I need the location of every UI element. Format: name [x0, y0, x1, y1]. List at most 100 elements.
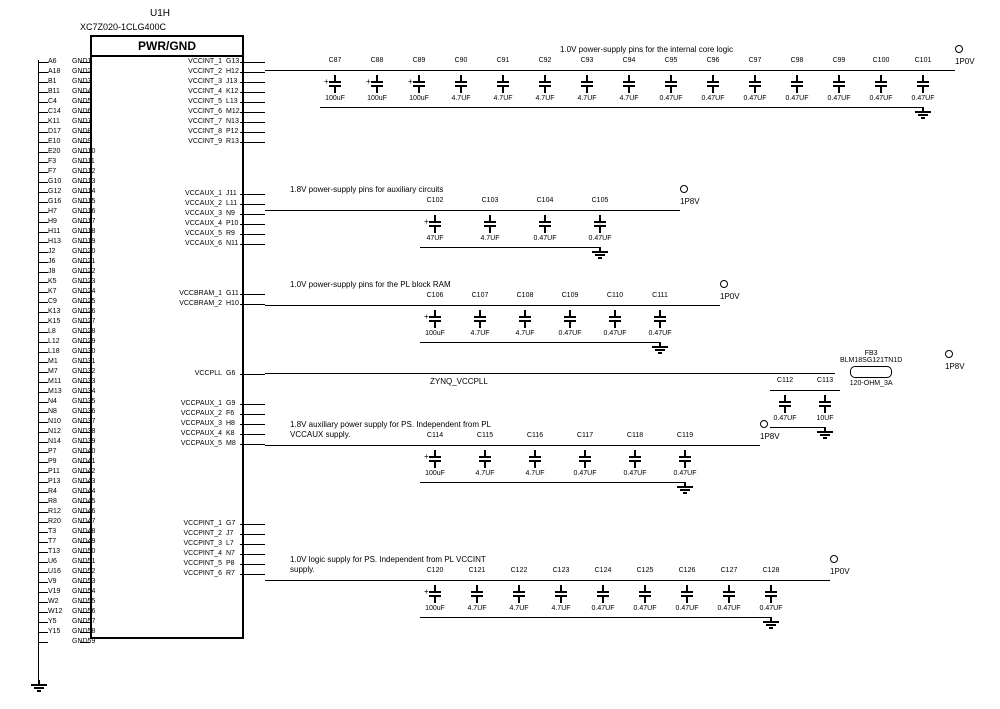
cap-ref: C108 — [510, 292, 540, 300]
capacitor: C88+100uF — [362, 75, 392, 103]
capacitor: C980.47UF — [782, 75, 812, 103]
power-pin: VCCINT_9R13 — [170, 138, 248, 145]
power-pin: VCCINT_3J13 — [170, 78, 248, 85]
cap-ref: C113 — [810, 377, 840, 385]
cap-ref: C93 — [572, 57, 602, 65]
capacitor: C1180.47UF — [620, 450, 650, 478]
power-pin: VCCINT_4K12 — [170, 88, 248, 95]
capacitor: C1040.47UF — [530, 215, 560, 243]
note-text: 1.0V power-supply pins for the internal … — [560, 45, 733, 54]
capacitor: C1164.7UF — [520, 450, 550, 478]
cap-ref: C107 — [465, 292, 495, 300]
power-pin: VCCPAUX_1G9 — [170, 400, 248, 407]
cap-ref: C123 — [546, 567, 576, 575]
cap-value: 0.47UF — [740, 95, 770, 103]
cap-value: 0.47UF — [530, 235, 560, 243]
cap-ref: C109 — [555, 292, 585, 300]
capacitor: C1170.47UF — [570, 450, 600, 478]
power-pin: VCCPLLG6 — [170, 370, 248, 377]
capacitor: C970.47UF — [740, 75, 770, 103]
capacitor: C1050.47UF — [585, 215, 615, 243]
power-pin: VCCPINT_6R7 — [170, 570, 248, 577]
cap-ref: C98 — [782, 57, 812, 65]
cap-value: 4.7UF — [572, 95, 602, 103]
capacitor: C944.7UF — [614, 75, 644, 103]
wire-vccpll — [265, 373, 835, 374]
power-pin: VCCAUX_2L11 — [170, 200, 248, 207]
power-pin: VCCPAUX_3H8 — [170, 420, 248, 427]
capacitor: C924.7UF — [530, 75, 560, 103]
power-pin: VCCINT_6M12 — [170, 108, 248, 115]
cap-ref: C100 — [866, 57, 896, 65]
power-flag-vccpll: 1P8V — [945, 350, 965, 371]
gnd-icon — [676, 482, 694, 494]
capacitor: C1190.47UF — [670, 450, 700, 478]
gnd-icon — [914, 107, 932, 119]
note-text: 1.8V power-supply pins for auxiliary cir… — [290, 185, 443, 194]
power-pin: VCCPAUX_5M8 — [170, 440, 248, 447]
capacitor: C11310UF — [810, 395, 840, 423]
capacitor: C120+100uF — [420, 585, 450, 613]
capacitor: C934.7UF — [572, 75, 602, 103]
cap-ref: C97 — [740, 57, 770, 65]
cap-ref: C102 — [420, 197, 450, 205]
cap-value: 100uF — [420, 605, 450, 613]
power-pin: VCCAUX_4P10 — [170, 220, 248, 227]
ic-block: PWR/GND — [90, 35, 244, 639]
cap-ref: C122 — [504, 567, 534, 575]
cap-value: 0.47UF — [585, 235, 615, 243]
cap-value: 0.47UF — [645, 330, 675, 338]
note-text: VCCAUX supply. — [290, 430, 350, 439]
capacitor: C1000.47UF — [866, 75, 896, 103]
cap-value: 0.47UF — [600, 330, 630, 338]
cap-value: 0.47UF — [714, 605, 744, 613]
power-flag-label: 1P8V — [945, 362, 965, 371]
power-pin: VCCPAUX_2F6 — [170, 410, 248, 417]
capacitor: C1224.7UF — [504, 585, 534, 613]
cap-ref: C88 — [362, 57, 392, 65]
power-pin: VCCPINT_1G7 — [170, 520, 248, 527]
cap-ref: C110 — [600, 292, 630, 300]
capacitor: C102+47UF — [420, 215, 450, 243]
capacitor: C1110.47UF — [645, 310, 675, 338]
power-pin: VCCBRAM_2H10 — [170, 300, 248, 307]
cap-ref: C116 — [520, 432, 550, 440]
cap-value: 0.47UF — [866, 95, 896, 103]
net-label-vccpll: ZYNQ_VCCPLL — [430, 377, 488, 386]
power-pin: VCCAUX_6N11 — [170, 240, 248, 247]
ic-partnumber: XC7Z020-1CLG400C — [80, 22, 166, 32]
capacitor: C904.7UF — [446, 75, 476, 103]
cap-ref: C91 — [488, 57, 518, 65]
cap-value: 4.7UF — [510, 330, 540, 338]
capacitor: C1090.47UF — [555, 310, 585, 338]
power-pin: VCCBRAM_1G11 — [170, 290, 248, 297]
cap-value: 0.47UF — [782, 95, 812, 103]
cap-ref: C117 — [570, 432, 600, 440]
capacitor: C950.47UF — [656, 75, 686, 103]
capacitor: C89+100uF — [404, 75, 434, 103]
schematic-page: U1H XC7Z020-1CLG400C PWR/GND A6GND1A18GN… — [0, 0, 1000, 709]
cap-ref: C114 — [420, 432, 450, 440]
cap-value: 4.7UF — [504, 605, 534, 613]
power-pin: VCCINT_1G13 — [170, 58, 248, 65]
capacitor: C914.7UF — [488, 75, 518, 103]
cap-value: 0.47UF — [620, 470, 650, 478]
gnd-icon — [651, 342, 669, 354]
cap-value: 4.7UF — [530, 95, 560, 103]
power-pin: VCCAUX_3N9 — [170, 210, 248, 217]
cap-value: 10UF — [810, 415, 840, 423]
power-flag: 1P8V — [760, 420, 780, 441]
ferrite-ref: FB3 — [840, 350, 902, 357]
cap-ref: C105 — [585, 197, 615, 205]
power-flag: 1P0V — [955, 45, 975, 66]
cap-value: 4.7UF — [546, 605, 576, 613]
capacitor: C1270.47UF — [714, 585, 744, 613]
cap-ref: C126 — [672, 567, 702, 575]
capacitor: C1120.47UF — [770, 395, 800, 423]
capacitor: C1074.7UF — [465, 310, 495, 338]
gnd-icon — [591, 247, 609, 259]
gnd-icon — [762, 617, 780, 629]
cap-ref: C104 — [530, 197, 560, 205]
note-text: supply. — [290, 565, 315, 574]
cap-value: 100uF — [362, 95, 392, 103]
